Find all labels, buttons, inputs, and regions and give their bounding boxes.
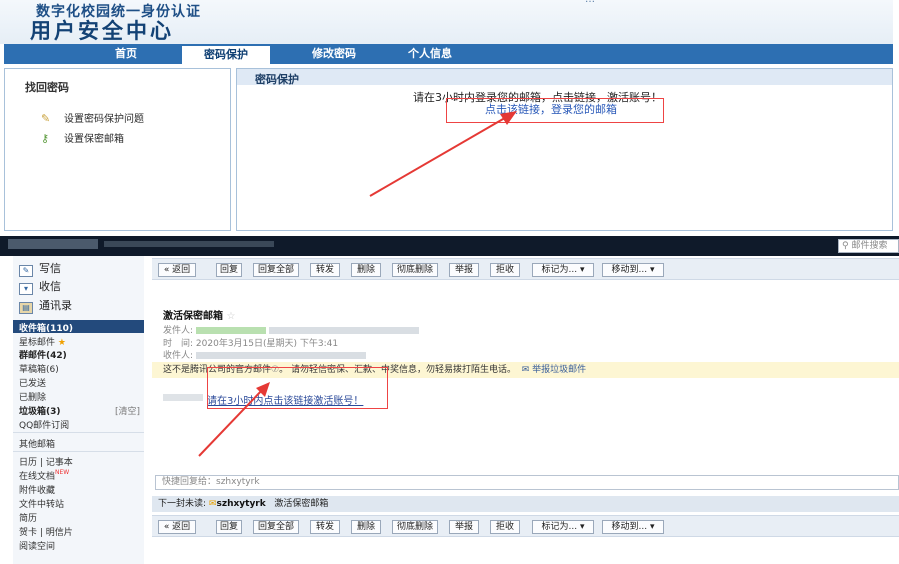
arrow-line-bottom [198,387,265,457]
arrow-line-top [369,114,511,197]
annotation-arrows [198,111,517,457]
arrow-head-top [500,111,517,125]
